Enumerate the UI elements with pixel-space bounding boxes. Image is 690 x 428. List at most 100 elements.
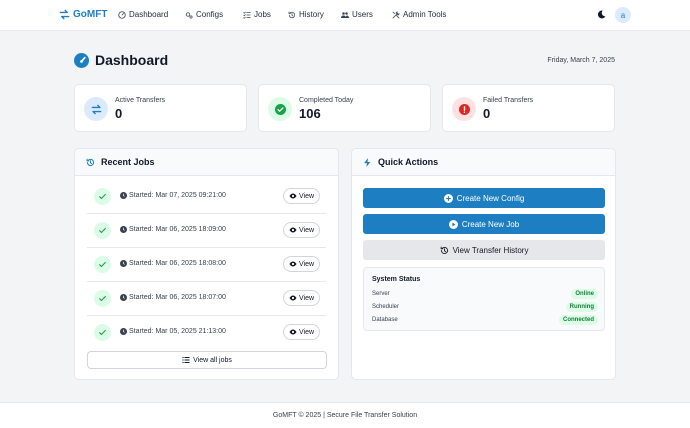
page-title: Dashboard [74, 52, 168, 68]
check-icon [94, 222, 111, 239]
footer: GoMFT © 2025 | Secure File Transfer Solu… [0, 402, 690, 428]
brand-name: GoMFT [73, 9, 108, 20]
check-icon [94, 256, 111, 273]
view-job-button[interactable]: View [283, 324, 320, 340]
history-icon [288, 11, 296, 18]
system-status-box: System Status Server Online Scheduler Ru… [363, 267, 605, 331]
job-row: Started: Mar 06, 2025 18:08:00 View [87, 248, 326, 282]
view-all-jobs-label: View all jobs [193, 356, 232, 364]
exchange-icon [59, 9, 70, 20]
nav-jobs[interactable]: Jobs [243, 10, 271, 19]
job-started-text: Started: Mar 06, 2025 18:09:00 [129, 226, 226, 233]
check-icon [94, 290, 111, 307]
view-job-button[interactable]: View [283, 290, 320, 306]
stat-card-failed-transfers: Failed Transfers 0 [442, 84, 615, 132]
system-status-title: System Status [372, 276, 421, 283]
eye-icon [289, 227, 297, 233]
nav-configs-label: Configs [196, 10, 224, 19]
tools-icon [392, 10, 400, 18]
check-icon [94, 324, 111, 341]
system-status-label: Database [372, 317, 398, 323]
quick-actions-header: Quick Actions [352, 149, 615, 176]
nav-users-label: Users [352, 10, 373, 19]
job-started-text: Started: Mar 06, 2025 18:07:00 [129, 294, 226, 301]
clock-icon [120, 192, 127, 199]
history-icon [86, 158, 95, 166]
job-row: Started: Mar 06, 2025 18:09:00 View [87, 214, 326, 248]
view-transfer-history-label: View Transfer History [452, 245, 529, 255]
stat-label: Failed Transfers [483, 97, 534, 104]
view-all-jobs-button[interactable]: View all jobs [87, 351, 327, 369]
nav-history-label: History [299, 10, 324, 19]
nav-dashboard-label: Dashboard [129, 10, 169, 19]
eye-icon [289, 193, 297, 199]
status-badge: Online [571, 289, 598, 299]
gauge-icon [74, 52, 89, 68]
view-job-label: View [298, 328, 315, 336]
create-job-button[interactable]: Create New Job [363, 214, 605, 234]
view-job-button[interactable]: View [283, 222, 320, 238]
nav-dashboard[interactable]: Dashboard [118, 10, 168, 19]
view-transfer-history-button[interactable]: View Transfer History [363, 240, 605, 260]
stat-value: 0 [115, 106, 123, 121]
clock-icon [120, 260, 127, 267]
job-row: Started: Mar 06, 2025 18:07:00 View [87, 282, 326, 316]
job-started: Started: Mar 06, 2025 18:08:00 [120, 260, 226, 267]
nav-users[interactable]: Users [341, 10, 373, 19]
clock-icon [120, 226, 127, 233]
eye-icon [289, 261, 297, 267]
stat-value: 106 [299, 106, 321, 121]
create-config-label: Create New Config [456, 193, 525, 203]
history-icon [440, 246, 448, 254]
recent-jobs-header: Recent Jobs [75, 149, 338, 176]
job-started: Started: Mar 05, 2025 21:13:00 [120, 328, 226, 335]
eye-icon [289, 295, 297, 301]
status-badge: Connected [558, 315, 598, 325]
tasks-icon [243, 11, 251, 19]
nav-configs[interactable]: Configs [185, 10, 223, 19]
nav-jobs-label: Jobs [254, 10, 271, 19]
nav-admin-tools-label: Admin Tools [403, 10, 447, 19]
stat-icon-wrapper [268, 97, 292, 121]
brand-link[interactable]: GoMFT [59, 9, 107, 20]
plus-circle-icon [443, 193, 453, 203]
footer-text: GoMFT © 2025 | Secure File Transfer Solu… [272, 412, 418, 419]
job-started-text: Started: Mar 06, 2025 18:08:00 [129, 260, 226, 267]
stat-icon-wrapper [452, 97, 476, 121]
quick-actions-panel: Quick Actions Create New Config Create N… [351, 148, 616, 380]
job-row: Started: Mar 05, 2025 21:13:00 View [87, 316, 326, 350]
system-status-row: Database Connected [372, 315, 598, 327]
job-started-text: Started: Mar 05, 2025 21:13:00 [129, 328, 226, 335]
recent-jobs-panel: Recent Jobs Started: Mar 07, 2025 09:21:… [74, 148, 339, 380]
page-title-text: Dashboard [95, 52, 169, 68]
list-icon [182, 357, 190, 363]
view-job-button[interactable]: View [283, 188, 320, 204]
job-started: Started: Mar 06, 2025 18:07:00 [120, 294, 226, 301]
bolt-icon [364, 157, 371, 167]
page-date: Friday, March 7, 2025 [547, 57, 615, 64]
nav-history[interactable]: History [288, 10, 324, 19]
job-row: Started: Mar 07, 2025 09:21:00 View [87, 180, 326, 214]
system-status-label: Scheduler [372, 304, 400, 310]
navbar: GoMFT Dashboard Configs Jobs History Use… [0, 0, 690, 31]
view-job-button[interactable]: View [283, 256, 320, 272]
quick-actions-title: Quick Actions [378, 157, 439, 167]
create-config-button[interactable]: Create New Config [363, 188, 605, 208]
job-started-text: Started: Mar 07, 2025 09:21:00 [129, 192, 226, 199]
users-icon [341, 11, 349, 18]
nav-admin-tools[interactable]: Admin Tools [392, 10, 446, 19]
view-job-label: View [298, 226, 315, 234]
stat-card-completed-today: Completed Today 106 [258, 84, 431, 132]
stat-value: 0 [483, 106, 491, 121]
system-status-row: Server Online [372, 289, 598, 301]
job-started: Started: Mar 07, 2025 09:21:00 [120, 192, 226, 199]
eye-icon [289, 329, 297, 335]
check-icon [94, 188, 111, 205]
stat-card-active-transfers: Active Transfers 0 [74, 84, 247, 132]
play-circle-icon [448, 219, 458, 229]
check-circle-icon [274, 103, 286, 115]
clock-icon [120, 328, 127, 335]
moon-icon[interactable] [597, 10, 606, 19]
avatar[interactable]: a [615, 7, 631, 23]
recent-jobs-title: Recent Jobs [101, 157, 155, 167]
